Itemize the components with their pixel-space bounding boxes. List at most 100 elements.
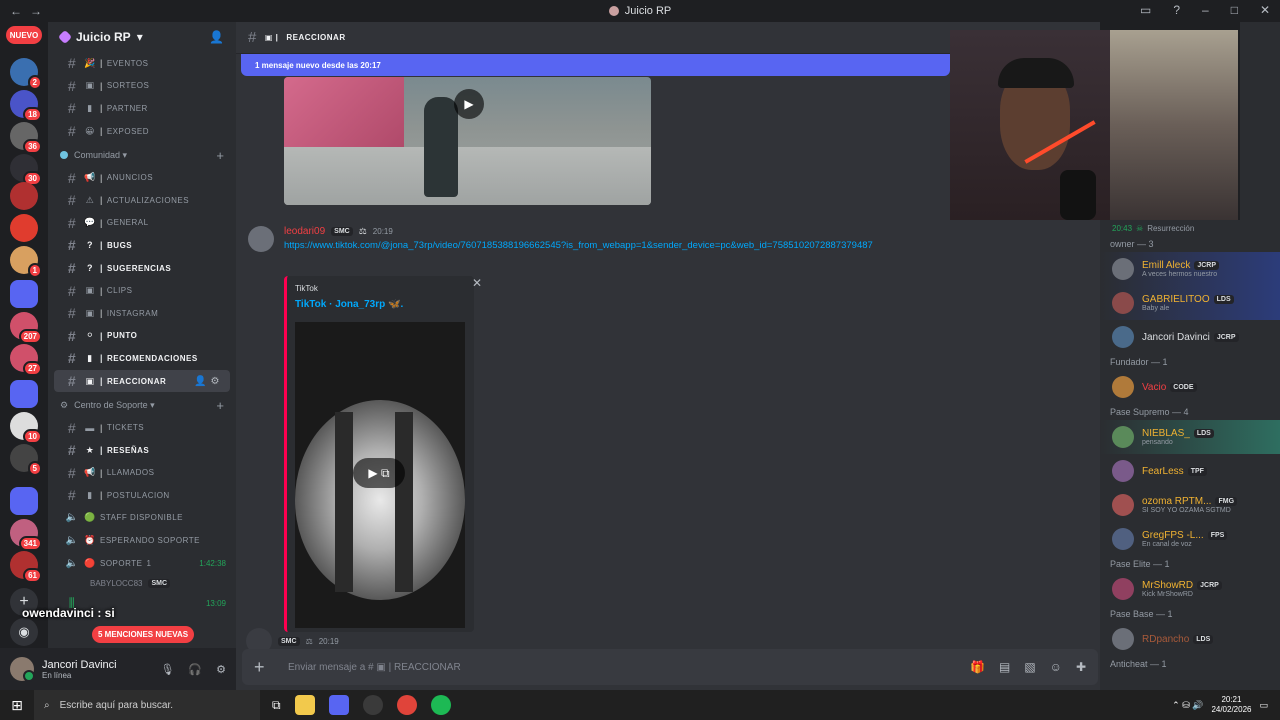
tray-icons[interactable]: ⌃ ⛁ 🔊 <box>1172 700 1203 711</box>
message-link[interactable]: https://www.tiktok.com/@jona_73rp/video/… <box>284 240 873 251</box>
category-comunidad[interactable]: Comunidad ▾ + <box>48 144 236 166</box>
folder-icon[interactable] <box>10 280 38 308</box>
spotify-icon[interactable] <box>430 695 451 715</box>
taskbar-search[interactable]: ⌕ Escribe aquí para buscar. <box>34 690 260 720</box>
gift-icon[interactable]: 🎁 <box>970 660 985 674</box>
server-header[interactable]: Juicio RP ▾ 👤 <box>48 22 236 52</box>
voice-channel[interactable]: 🔈 ⏰ ESPERANDO SOPORTE <box>48 529 236 552</box>
video-thumbnail[interactable]: ▶ <box>284 77 651 205</box>
server-icon[interactable]: 36 <box>10 122 42 154</box>
server-icon[interactable] <box>10 182 38 210</box>
avatar[interactable] <box>248 226 274 252</box>
member-item[interactable]: Jancori Davinci JCRP <box>1100 320 1280 354</box>
mic-icon[interactable]: 🎙 <box>160 663 174 676</box>
emoji-icon[interactable]: ☺ <box>1050 660 1062 674</box>
channel-actualizaciones[interactable]: # ⚠ | ACTUALIZACIONES <box>48 189 236 212</box>
member-item[interactable]: NIEBLAS_ LDS pensando <box>1100 420 1280 454</box>
guild-tag: FPS <box>1207 531 1228 540</box>
member-item[interactable]: RDpancho LDS <box>1100 622 1280 656</box>
server-icon[interactable]: 341 <box>10 519 42 551</box>
channel-llamados[interactable]: # 📢 | LLAMADOS <box>48 462 236 485</box>
channel-bugs[interactable]: #? | BUGS <box>48 234 236 257</box>
voice-channel[interactable]: 🔈 🔴 SOPORTE 1 1:42:38 <box>48 552 236 575</box>
notifications-icon[interactable]: ▭ <box>1259 700 1268 711</box>
server-icon[interactable]: 207 <box>10 312 42 344</box>
play-icon[interactable]: ▶ ⧉ <box>353 458 405 488</box>
add-channel-icon[interactable]: + <box>216 148 224 163</box>
avatar[interactable] <box>10 657 35 682</box>
gear-icon[interactable]: ⚙ <box>216 663 226 676</box>
member-item[interactable]: MrShowRD JCRP Kick MrShowRD <box>1100 572 1280 606</box>
add-channel-icon[interactable]: + <box>216 398 224 413</box>
message-author[interactable]: leodari09 <box>284 226 325 237</box>
channel-instagram[interactable]: # ▣ | INSTAGRAM <box>48 302 236 325</box>
apps-icon[interactable]: ✚ <box>1076 660 1086 674</box>
member-item[interactable]: Vacio CODE <box>1100 370 1280 404</box>
new-messages-bar[interactable]: 1 mensaje nuevo desde las 20:17 <box>241 54 950 76</box>
embed-title[interactable]: TikTok · Jona_73rp 🦋. <box>295 299 403 310</box>
member-item[interactable]: GregFPS -L... FPS En canal de voz <box>1100 522 1280 556</box>
nav-arrows[interactable]: ←→ <box>10 4 50 18</box>
channel-tickets[interactable]: # ▬ | TICKETS <box>48 416 236 439</box>
inbox-icon[interactable]: ▭ <box>1140 3 1151 17</box>
member-item[interactable]: FearLess TPF <box>1100 454 1280 488</box>
channel-reaccionar[interactable]: # ▣ | REACCIONAR 👤 ⚙ <box>54 369 230 393</box>
server-icon[interactable]: 10 <box>10 412 42 444</box>
channel-anuncios[interactable]: # 📢 | ANUNCIOS <box>48 166 236 189</box>
hash-icon: # <box>67 373 77 390</box>
voice-channel[interactable]: 🔈 🟢 STAFF DISPONIBLE <box>48 507 236 530</box>
headphones-icon[interactable]: 🎧 <box>188 663 202 676</box>
gif-icon[interactable]: ▤ <box>999 660 1010 674</box>
channel-punto[interactable]: # ⚪ | PUNTO <box>48 325 236 348</box>
help-icon[interactable]: ? <box>1173 3 1180 17</box>
folder-icon[interactable] <box>10 380 38 408</box>
obs-icon[interactable] <box>362 695 383 715</box>
chrome-icon[interactable] <box>396 695 417 715</box>
channel-reseñas[interactable]: # ★ | RESEÑAS <box>48 439 236 462</box>
member-item[interactable]: GABRIELITOO LDS Baby ale <box>1100 286 1280 320</box>
close-button[interactable]: ✕ <box>1260 3 1270 17</box>
server-icon[interactable]: 2 <box>10 58 42 90</box>
channel-clips[interactable]: # ▣ | CLIPS <box>48 279 236 302</box>
task-view-icon[interactable]: ⧉ <box>272 698 281 713</box>
attach-icon[interactable]: + <box>254 657 272 678</box>
message-input[interactable]: + Enviar mensaje a # ▣ | REACCIONAR 🎁 ▤ … <box>242 649 1098 685</box>
new-badge[interactable]: NUEVO <box>6 26 42 44</box>
discord-icon[interactable] <box>328 695 349 715</box>
channel-general[interactable]: # 💬 | GENERAL <box>48 212 236 235</box>
close-icon[interactable]: ✕ <box>472 276 482 290</box>
channel-recomendaciones[interactable]: # ▮ | RECOMENDACIONES <box>48 347 236 370</box>
separator: | <box>100 172 103 183</box>
maximize-button[interactable]: □ <box>1231 3 1238 17</box>
discover-icon[interactable]: ◉ <box>10 618 38 646</box>
voice-user[interactable]: BABYLOCC83 SMC <box>48 574 236 592</box>
channel-sorteos[interactable]: # ▣ | SORTEOS <box>48 75 236 98</box>
new-mentions-button[interactable]: 5 MENCIONES NUEVAS <box>92 626 195 643</box>
channel-settings-icon[interactable]: 👤 ⚙ <box>194 376 220 387</box>
channel-sugerencias[interactable]: #? | SUGERENCIAS <box>48 257 236 280</box>
server-icon[interactable]: 18 <box>10 90 42 122</box>
folder-icon[interactable] <box>10 487 38 515</box>
server-icon[interactable]: 30 <box>10 154 42 186</box>
member-group-header: owner — 3 <box>1110 239 1154 249</box>
file-explorer-icon[interactable] <box>294 695 315 715</box>
sticker-icon[interactable]: ▧ <box>1024 660 1035 674</box>
windows-start-icon[interactable]: ⊞ <box>0 697 34 714</box>
channel-eventos[interactable]: # 🎉 | EVENTOS <box>48 52 236 75</box>
server-icon[interactable]: 27 <box>10 344 42 376</box>
category-soporte[interactable]: ⚙ Centro de Soporte ▾ + <box>48 394 236 416</box>
embed-video[interactable]: ▶ ⧉ <box>295 322 465 628</box>
member-item[interactable]: Emill Aleck JCRP A veces hermos nuestro <box>1100 252 1280 286</box>
server-icon[interactable] <box>10 214 38 242</box>
channel-partner[interactable]: # ▮ | PARTNER <box>48 97 236 120</box>
clock[interactable]: 20:21 24/02/2026 <box>1211 695 1251 715</box>
invite-icon[interactable]: 👤 <box>209 30 224 44</box>
member-item[interactable]: ozoma RPTM... FMG SI SOY YO OZAMA SGTMD <box>1100 488 1280 522</box>
server-icon[interactable]: 5 <box>10 444 42 476</box>
play-icon[interactable]: ▶ <box>454 89 484 119</box>
minimize-button[interactable]: – <box>1202 3 1209 17</box>
server-icon[interactable]: 1 <box>10 246 42 278</box>
channel-postulacion[interactable]: # ▮ | POSTULACION <box>48 484 236 507</box>
server-icon[interactable]: 61 <box>10 551 42 583</box>
channel-exposed[interactable]: # 😀 | EXPOSED <box>48 120 236 143</box>
